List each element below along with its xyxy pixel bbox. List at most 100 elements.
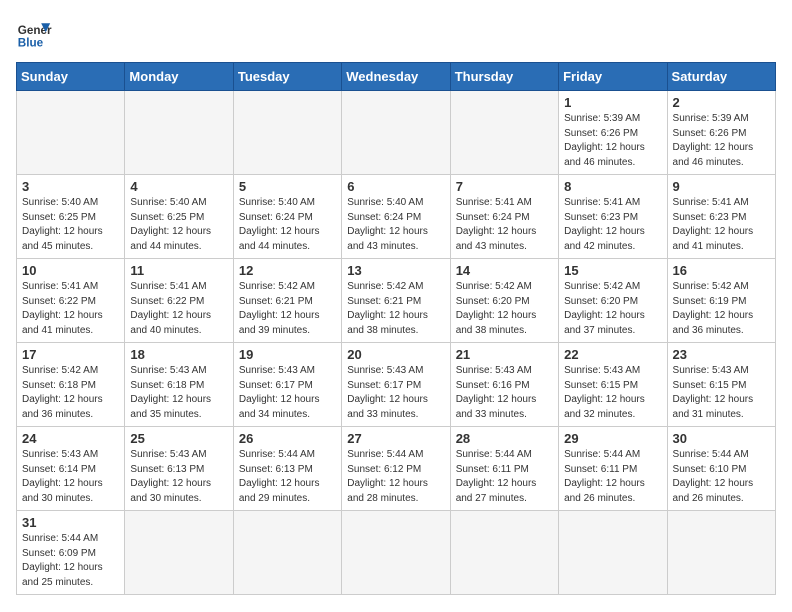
- header-thursday: Thursday: [450, 63, 558, 91]
- calendar-cell: 10 Sunrise: 5:41 AM Sunset: 6:22 PM Dayli…: [17, 259, 125, 343]
- calendar-cell: [559, 511, 667, 595]
- day-info: Sunrise: 5:40 AM Sunset: 6:25 PM Dayligh…: [130, 196, 227, 254]
- day-info: Sunrise: 5:40 AM Sunset: 6:24 PM Dayligh…: [239, 196, 336, 254]
- day-info: Sunrise: 5:44 AM Sunset: 6:10 PM Dayligh…: [673, 448, 770, 506]
- calendar-cell: [233, 91, 341, 175]
- calendar-cell: 2 Sunrise: 5:39 AM Sunset: 6:26 PM Daylig…: [667, 91, 775, 175]
- day-info: Sunrise: 5:39 AM Sunset: 6:26 PM Dayligh…: [673, 112, 770, 170]
- calendar-cell: 25Sunrise: 5:43 AM Sunset: 6:13 PM Dayli…: [125, 427, 233, 511]
- calendar-cell: 30 Sunrise: 5:44 AM Sunset: 6:10 PM Dayli…: [667, 427, 775, 511]
- calendar-cell: [667, 511, 775, 595]
- day-info: Sunrise: 5:41 AM Sunset: 6:23 PM Dayligh…: [564, 196, 661, 254]
- calendar-cell: [125, 511, 233, 595]
- day-info: Sunrise: 5:42 AM Sunset: 6:21 PM Dayligh…: [347, 280, 444, 338]
- day-number: 22: [564, 347, 661, 362]
- header-wednesday: Wednesday: [342, 63, 450, 91]
- day-info: Sunrise: 5:40 AM Sunset: 6:25 PM Dayligh…: [22, 196, 119, 254]
- calendar-cell: 11Sunrise: 5:41 AM Sunset: 6:22 PM Dayli…: [125, 259, 233, 343]
- day-info: Sunrise: 5:42 AM Sunset: 6:20 PM Dayligh…: [456, 280, 553, 338]
- calendar-cell: 9 Sunrise: 5:41 AM Sunset: 6:23 PM Daylig…: [667, 175, 775, 259]
- day-number: 17: [22, 347, 119, 362]
- calendar-cell: 27 Sunrise: 5:44 AM Sunset: 6:12 PM Dayli…: [342, 427, 450, 511]
- calendar-cell: [342, 511, 450, 595]
- calendar-cell: 1Sunrise: 5:39 AM Sunset: 6:26 PM Daylig…: [559, 91, 667, 175]
- calendar-cell: 7 Sunrise: 5:41 AM Sunset: 6:24 PM Daylig…: [450, 175, 558, 259]
- calendar-cell: 21 Sunrise: 5:43 AM Sunset: 6:16 PM Dayli…: [450, 343, 558, 427]
- calendar-cell: 14Sunrise: 5:42 AM Sunset: 6:20 PM Dayli…: [450, 259, 558, 343]
- calendar-cell: [450, 91, 558, 175]
- day-number: 26: [239, 431, 336, 446]
- calendar-cell: 6 Sunrise: 5:40 AM Sunset: 6:24 PM Daylig…: [342, 175, 450, 259]
- calendar-cell: 5 Sunrise: 5:40 AM Sunset: 6:24 PM Daylig…: [233, 175, 341, 259]
- calendar-cell: 26 Sunrise: 5:44 AM Sunset: 6:13 PM Dayli…: [233, 427, 341, 511]
- day-number: 1: [564, 95, 661, 110]
- day-info: Sunrise: 5:42 AM Sunset: 6:18 PM Dayligh…: [22, 364, 119, 422]
- calendar-week-1: 1 Sunrise: 5:39 AM Sunset: 6:26 PM Daylig…: [17, 91, 776, 175]
- day-number: 21: [456, 347, 553, 362]
- day-info: Sunrise: 5:44 AM Sunset: 6:11 PM Dayligh…: [564, 448, 661, 506]
- day-number: 6: [347, 179, 444, 194]
- day-number: 29: [564, 431, 661, 446]
- day-number: 4: [130, 179, 227, 194]
- day-info: Sunrise: 5:44 AM Sunset: 6:11 PM Dayligh…: [456, 448, 553, 506]
- calendar-cell: 31Sunrise: 5:44 AM Sunset: 6:09 PM Dayli…: [17, 511, 125, 595]
- day-number: 13: [347, 263, 444, 278]
- calendar-cell: 20Sunrise: 5:43 AM Sunset: 6:17 PM Dayli…: [342, 343, 450, 427]
- day-number: 30: [673, 431, 770, 446]
- header-saturday: Saturday: [667, 63, 775, 91]
- day-number: 2: [673, 95, 770, 110]
- calendar-cell: 28 Sunrise: 5:44 AM Sunset: 6:11 PM Dayli…: [450, 427, 558, 511]
- day-info: Sunrise: 5:43 AM Sunset: 6:17 PM Dayligh…: [347, 364, 444, 422]
- day-info: Sunrise: 5:42 AM Sunset: 6:21 PM Dayligh…: [239, 280, 336, 338]
- day-info: Sunrise: 5:44 AM Sunset: 6:12 PM Dayligh…: [347, 448, 444, 506]
- day-info: Sunrise: 5:43 AM Sunset: 6:15 PM Dayligh…: [673, 364, 770, 422]
- day-info: Sunrise: 5:43 AM Sunset: 6:18 PM Dayligh…: [130, 364, 227, 422]
- day-info: Sunrise: 5:41 AM Sunset: 6:23 PM Dayligh…: [673, 196, 770, 254]
- calendar-cell: 4 Sunrise: 5:40 AM Sunset: 6:25 PM Daylig…: [125, 175, 233, 259]
- calendar-week-2: 3 Sunrise: 5:40 AM Sunset: 6:25 PM Daylig…: [17, 175, 776, 259]
- day-info: Sunrise: 5:41 AM Sunset: 6:24 PM Dayligh…: [456, 196, 553, 254]
- day-number: 10: [22, 263, 119, 278]
- day-number: 31: [22, 515, 119, 530]
- day-number: 8: [564, 179, 661, 194]
- svg-text:Blue: Blue: [18, 37, 44, 50]
- calendar-week-4: 17 Sunrise: 5:42 AM Sunset: 6:18 PM Dayli…: [17, 343, 776, 427]
- day-info: Sunrise: 5:41 AM Sunset: 6:22 PM Dayligh…: [130, 280, 227, 338]
- day-number: 9: [673, 179, 770, 194]
- day-info: Sunrise: 5:43 AM Sunset: 6:16 PM Dayligh…: [456, 364, 553, 422]
- calendar-cell: 12 Sunrise: 5:42 AM Sunset: 6:21 PM Dayli…: [233, 259, 341, 343]
- calendar-cell: 8 Sunrise: 5:41 AM Sunset: 6:23 PM Daylig…: [559, 175, 667, 259]
- day-info: Sunrise: 5:40 AM Sunset: 6:24 PM Dayligh…: [347, 196, 444, 254]
- calendar-cell: 23 Sunrise: 5:43 AM Sunset: 6:15 PM Dayli…: [667, 343, 775, 427]
- calendar-cell: [125, 91, 233, 175]
- calendar-cell: 17 Sunrise: 5:42 AM Sunset: 6:18 PM Dayli…: [17, 343, 125, 427]
- calendar-week-3: 10 Sunrise: 5:41 AM Sunset: 6:22 PM Dayli…: [17, 259, 776, 343]
- calendar-cell: 16Sunrise: 5:42 AM Sunset: 6:19 PM Dayli…: [667, 259, 775, 343]
- header: General Blue: [16, 16, 776, 52]
- header-tuesday: Tuesday: [233, 63, 341, 91]
- calendar-cell: 18 Sunrise: 5:43 AM Sunset: 6:18 PM Dayli…: [125, 343, 233, 427]
- calendar-table: SundayMondayTuesdayWednesdayThursdayFrid…: [16, 62, 776, 595]
- day-info: Sunrise: 5:41 AM Sunset: 6:22 PM Dayligh…: [22, 280, 119, 338]
- calendar-cell: [233, 511, 341, 595]
- day-number: 5: [239, 179, 336, 194]
- day-number: 23: [673, 347, 770, 362]
- day-number: 24: [22, 431, 119, 446]
- day-number: 19: [239, 347, 336, 362]
- header-monday: Monday: [125, 63, 233, 91]
- day-info: Sunrise: 5:42 AM Sunset: 6:19 PM Dayligh…: [673, 280, 770, 338]
- day-info: Sunrise: 5:44 AM Sunset: 6:13 PM Dayligh…: [239, 448, 336, 506]
- calendar-cell: 24Sunrise: 5:43 AM Sunset: 6:14 PM Dayli…: [17, 427, 125, 511]
- header-friday: Friday: [559, 63, 667, 91]
- day-number: 3: [22, 179, 119, 194]
- calendar-cell: 19Sunrise: 5:43 AM Sunset: 6:17 PM Dayli…: [233, 343, 341, 427]
- day-number: 18: [130, 347, 227, 362]
- day-number: 7: [456, 179, 553, 194]
- day-number: 28: [456, 431, 553, 446]
- calendar-cell: [450, 511, 558, 595]
- day-number: 27: [347, 431, 444, 446]
- header-sunday: Sunday: [17, 63, 125, 91]
- calendar-cell: 15Sunrise: 5:42 AM Sunset: 6:20 PM Dayli…: [559, 259, 667, 343]
- day-number: 12: [239, 263, 336, 278]
- calendar-cell: [17, 91, 125, 175]
